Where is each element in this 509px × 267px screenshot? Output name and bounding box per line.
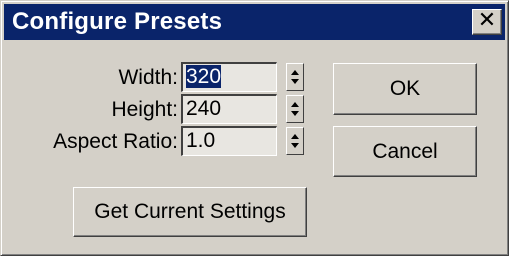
configure-presets-dialog: Configure Presets ✕ Width: 320 Height: 2… <box>0 0 509 256</box>
height-spinner[interactable] <box>286 95 304 123</box>
height-field[interactable]: 240 <box>181 94 277 124</box>
width-field[interactable]: 320 <box>181 62 277 92</box>
height-value: 240 <box>186 97 222 120</box>
spinner-up-icon[interactable] <box>291 134 299 139</box>
aspect-ratio-value: 1.0 <box>186 129 216 152</box>
spinner-up-icon[interactable] <box>291 70 299 75</box>
width-value: 320 <box>186 65 222 88</box>
close-button[interactable]: ✕ <box>472 9 502 35</box>
spinner-down-icon[interactable] <box>291 111 299 116</box>
cancel-button[interactable]: Cancel <box>333 126 477 177</box>
aspect-ratio-label: Aspect Ratio: <box>53 130 178 153</box>
aspect-ratio-spinner[interactable] <box>286 127 304 155</box>
aspect-ratio-field[interactable]: 1.0 <box>181 126 277 156</box>
ok-button[interactable]: OK <box>333 63 477 115</box>
title-bar[interactable]: Configure Presets ✕ <box>4 4 505 40</box>
spinner-up-icon[interactable] <box>291 102 299 107</box>
spinner-down-icon[interactable] <box>291 79 299 84</box>
width-label: Width: <box>118 66 178 89</box>
spinner-down-icon[interactable] <box>291 143 299 148</box>
dialog-title: Configure Presets <box>12 8 223 35</box>
width-spinner[interactable] <box>286 63 304 91</box>
get-current-settings-button[interactable]: Get Current Settings <box>73 187 307 237</box>
close-icon: ✕ <box>477 8 497 33</box>
height-label: Height: <box>111 98 178 121</box>
